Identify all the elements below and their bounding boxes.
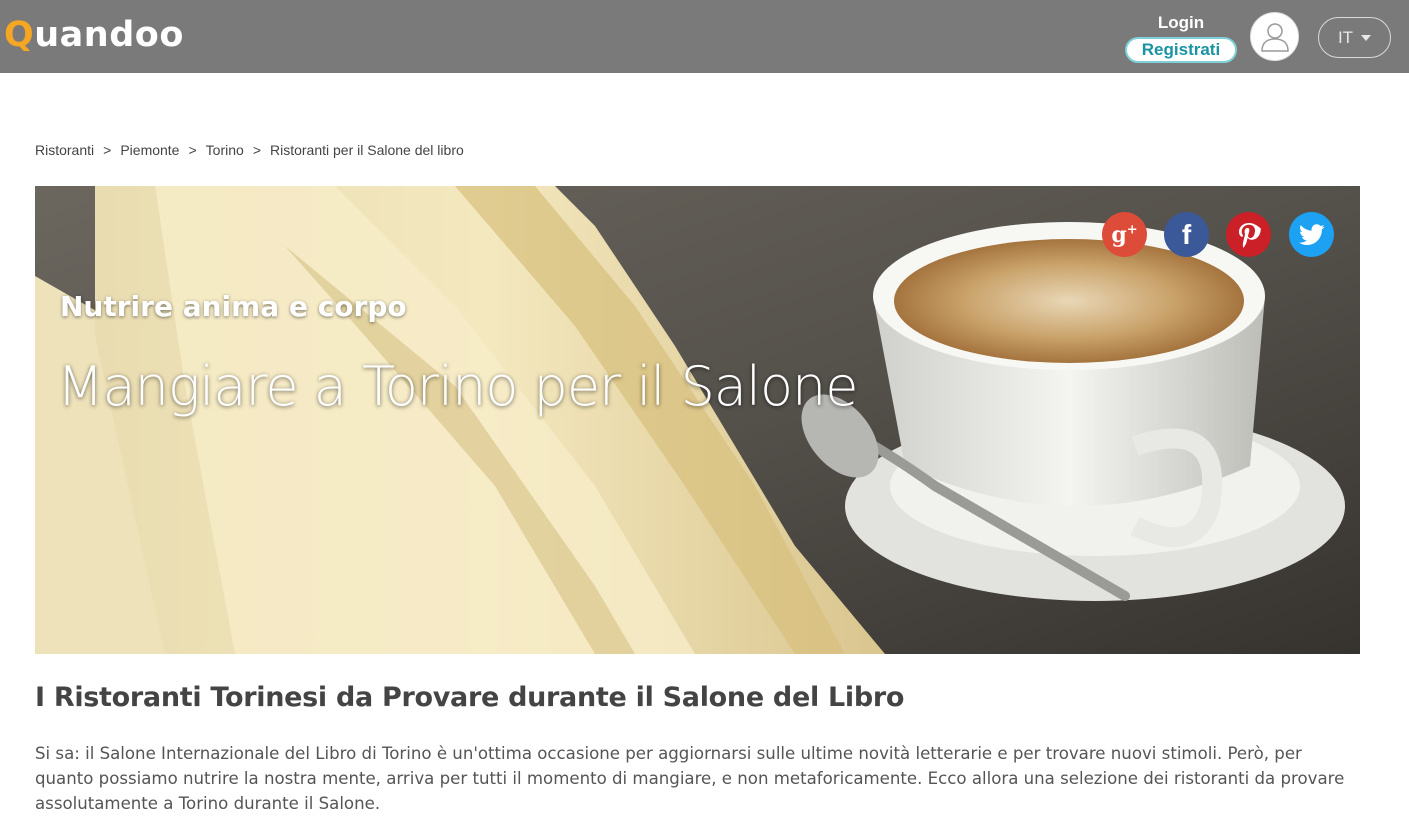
user-account-button[interactable] <box>1250 12 1299 61</box>
share-google-plus-button[interactable]: g+ <box>1102 212 1147 257</box>
facebook-icon: f <box>1181 218 1192 250</box>
breadcrumb: Ristoranti > Piemonte > Torino > Ristoranti pe… <box>35 141 464 159</box>
pinterest-icon <box>1238 222 1261 248</box>
share-facebook-button[interactable]: f <box>1164 212 1209 257</box>
hero-background-image <box>35 186 1360 654</box>
chevron-down-icon <box>1361 34 1372 41</box>
breadcrumb-item-ristoranti[interactable]: Ristoranti <box>35 142 94 158</box>
share-pinterest-button[interactable] <box>1226 212 1271 257</box>
breadcrumb-separator: > <box>252 142 261 158</box>
login-link[interactable]: Login <box>1124 12 1238 34</box>
breadcrumb-current: Ristoranti per il Salone del libro <box>270 142 464 158</box>
hero-banner: Nutrire anima e corpo Mangiare a Torino … <box>35 186 1360 654</box>
breadcrumb-separator: > <box>103 142 112 158</box>
article-body: Si sa: il Salone Internazionale del Libr… <box>35 744 1345 813</box>
auth-links: Login Registrati <box>1124 12 1238 63</box>
quandoo-logo[interactable]: Quandoo <box>4 14 184 56</box>
breadcrumb-separator: > <box>188 142 197 158</box>
register-button[interactable]: Registrati <box>1125 37 1237 63</box>
hero-subtitle: Nutrire anima e corpo <box>60 290 407 323</box>
logo-q: Q <box>4 15 35 55</box>
breadcrumb-item-piemonte[interactable]: Piemonte <box>120 142 179 158</box>
breadcrumb-item-torino[interactable]: Torino <box>206 142 244 158</box>
language-label: IT <box>1337 27 1354 47</box>
top-navigation-bar: Quandoo Login Registrati IT <box>0 0 1409 73</box>
google-plus-icon: g+ <box>1111 221 1138 248</box>
twitter-icon <box>1298 223 1325 245</box>
language-selector[interactable]: IT <box>1318 17 1391 58</box>
hero-title: Mangiare a Torino per il Salone <box>57 355 858 418</box>
user-icon <box>1260 22 1289 52</box>
logo-text: uandoo <box>34 15 184 55</box>
article-title: I Ristoranti Torinesi da Provare durante… <box>35 682 905 713</box>
share-twitter-button[interactable] <box>1289 212 1334 257</box>
